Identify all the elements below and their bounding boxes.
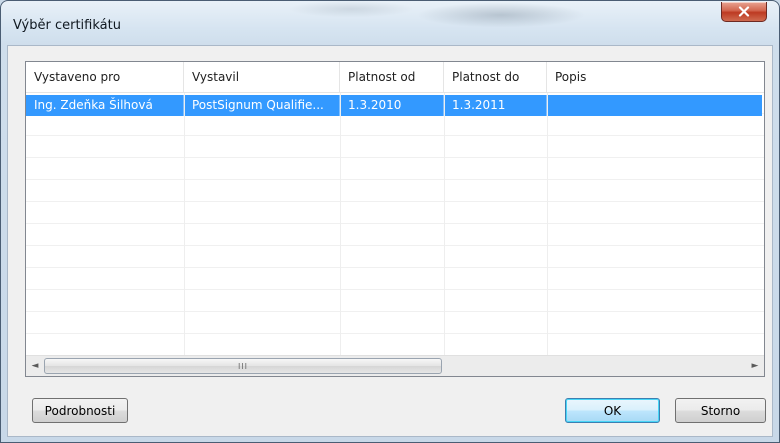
column-divider: [547, 93, 548, 355]
table-row: [26, 269, 764, 290]
close-icon: [738, 6, 750, 17]
column-divider: [184, 93, 185, 355]
list-rows: Ing. Zdeňka Šilhová PostSignum Qualifie.…: [26, 93, 764, 356]
column-divider: [340, 93, 341, 355]
cancel-button[interactable]: Storno: [675, 398, 766, 423]
column-header-issued-to[interactable]: Vystaveno pro: [26, 62, 184, 92]
cell-valid-from: 1.3.2010: [340, 95, 444, 116]
dialog-title: Výběr certifikátu: [13, 18, 121, 33]
column-header-issued-by[interactable]: Vystavil: [184, 62, 340, 92]
scroll-left-arrow-icon[interactable]: ◄: [26, 356, 44, 376]
column-divider: [444, 93, 445, 355]
list-header: Vystaveno pro Vystavil Platnost od Platn…: [26, 62, 764, 93]
table-row: [26, 181, 764, 202]
certificate-list[interactable]: Vystaveno pro Vystavil Platnost od Platn…: [25, 61, 765, 377]
column-header-valid-to[interactable]: Platnost do: [444, 62, 547, 92]
table-row: [26, 313, 764, 334]
title-bar-glass: [201, 1, 621, 47]
table-row: [26, 291, 764, 312]
scroll-right-arrow-icon[interactable]: ►: [746, 356, 764, 376]
horizontal-scrollbar[interactable]: ◄ III ►: [26, 355, 764, 376]
scrollbar-thumb[interactable]: III: [44, 358, 442, 374]
details-button[interactable]: Podrobnosti: [32, 398, 128, 423]
ok-button[interactable]: OK: [565, 398, 660, 423]
selected-certificate-row[interactable]: Ing. Zdeňka Šilhová PostSignum Qualifie.…: [26, 95, 762, 116]
column-header-description[interactable]: Popis: [547, 62, 764, 92]
cell-issued-to: Ing. Zdeňka Šilhová: [26, 95, 184, 116]
table-row: [26, 203, 764, 224]
table-row: [26, 137, 764, 158]
cell-valid-to: 1.3.2011: [444, 95, 547, 116]
cell-issued-by: PostSignum Qualifie...: [184, 95, 340, 116]
column-header-valid-from[interactable]: Platnost od: [340, 62, 444, 92]
table-row: [26, 115, 764, 136]
table-row: [26, 335, 764, 356]
close-button[interactable]: [721, 2, 767, 22]
table-row: [26, 247, 764, 268]
table-row: [26, 159, 764, 180]
cell-description: [547, 95, 762, 116]
table-row: [26, 225, 764, 246]
grip-icon: III: [237, 361, 249, 371]
